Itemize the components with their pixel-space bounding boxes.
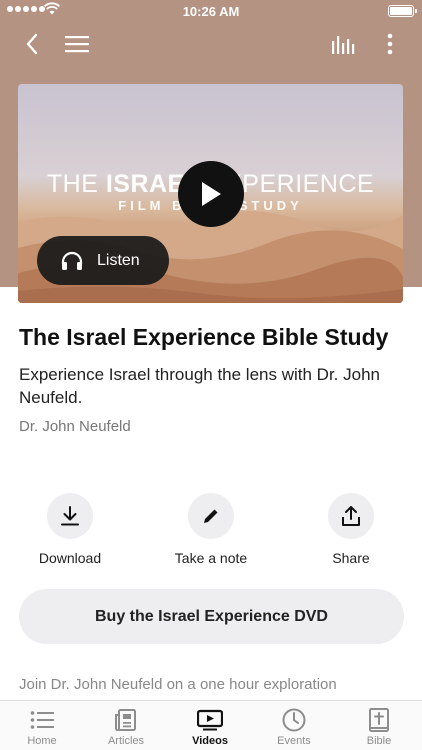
- video-thumbnail[interactable]: THE ISRAEL EXPERIENCE FILM BIBLE STUDY L…: [18, 84, 403, 303]
- tab-videos[interactable]: Videos: [168, 701, 252, 750]
- study-details: The Israel Experience Bible Study Experi…: [19, 322, 404, 435]
- tab-articles[interactable]: Articles: [84, 701, 168, 750]
- battery-icon: [388, 5, 417, 17]
- tab-home[interactable]: Home: [0, 701, 84, 750]
- listen-label: Listen: [97, 251, 140, 269]
- description: Experience Israel through the lens with …: [19, 365, 380, 407]
- video-icon: [197, 709, 223, 731]
- take-note-label: Take a note: [174, 550, 248, 566]
- headphones-icon: [61, 251, 83, 270]
- download-label: Download: [38, 550, 102, 566]
- status-time: 10:26 AM: [182, 4, 240, 19]
- bar-chart-icon[interactable]: [330, 30, 358, 58]
- take-note-button[interactable]: Take a note: [161, 493, 261, 566]
- action-row: Download Take a note Share: [0, 493, 422, 573]
- listen-button[interactable]: Listen: [37, 236, 169, 285]
- buy-dvd-button[interactable]: Buy the Israel Experience DVD: [19, 589, 404, 644]
- bible-icon: [369, 708, 389, 732]
- tab-label-videos: Videos: [192, 735, 228, 747]
- tab-bible[interactable]: Bible: [337, 701, 421, 750]
- author: Dr. John Neufeld: [19, 418, 131, 435]
- status-bar: 10:26 AM: [0, 0, 422, 22]
- pencil-icon: [188, 493, 234, 539]
- download-icon: [47, 493, 93, 539]
- share-button[interactable]: Share: [301, 493, 401, 566]
- play-button[interactable]: [178, 161, 244, 227]
- page-title: The Israel Experience Bible Study: [19, 324, 389, 350]
- more-vertical-icon[interactable]: [376, 30, 404, 58]
- tab-bar: Home Articles Videos Events Bible: [0, 700, 422, 750]
- tab-label-bible: Bible: [366, 735, 392, 747]
- tab-label-home: Home: [27, 735, 57, 747]
- tab-label-events: Events: [277, 735, 311, 747]
- list-icon: [30, 711, 54, 729]
- share-icon: [328, 493, 374, 539]
- play-icon: [202, 182, 221, 206]
- top-navigation: [0, 22, 422, 66]
- tab-events[interactable]: Events: [252, 701, 336, 750]
- download-button[interactable]: Download: [20, 493, 120, 566]
- tab-label-articles: Articles: [107, 735, 145, 747]
- back-icon[interactable]: [18, 30, 46, 58]
- share-label: Share: [332, 550, 370, 566]
- about-text: Join Dr. John Neufeld on a one hour expl…: [19, 676, 337, 693]
- menu-icon[interactable]: [63, 30, 91, 58]
- newspaper-icon: [115, 709, 136, 731]
- clock-icon: [282, 708, 306, 732]
